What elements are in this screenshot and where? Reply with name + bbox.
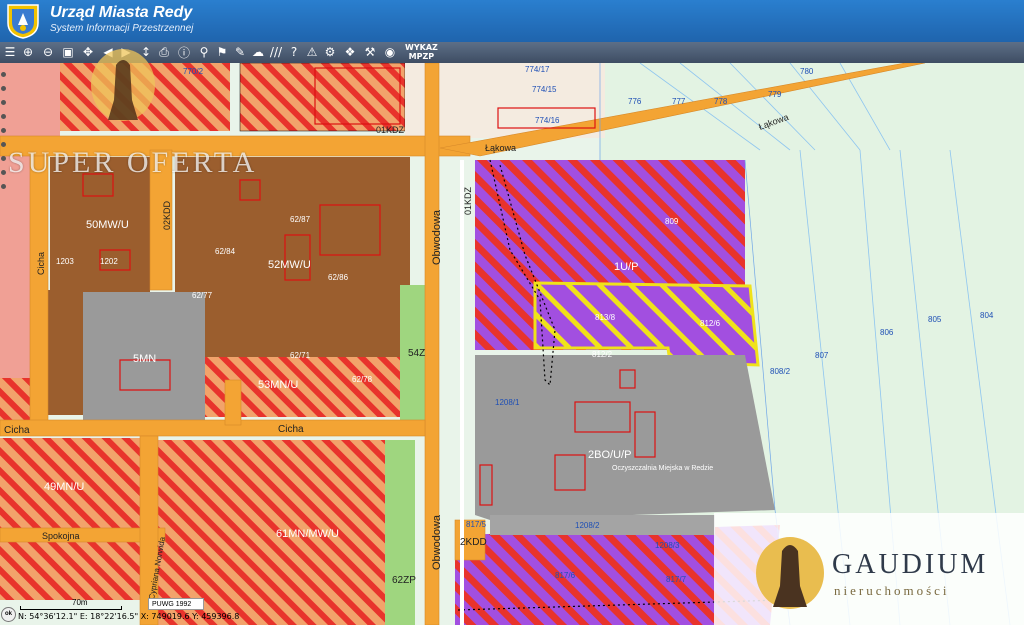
street-cicha-left: Cicha: [4, 425, 30, 436]
location-icon[interactable]: ◉: [382, 44, 398, 60]
parcel-813-8[interactable]: 813/8: [595, 313, 616, 322]
parcel-807[interactable]: 807: [815, 351, 829, 360]
zoom-in-icon[interactable]: ⊕: [20, 44, 36, 60]
zone-50mwu[interactable]: 50MW/U: [86, 219, 129, 231]
city-crest-logo: [7, 4, 39, 39]
app-subtitle: System Informacji Przestrzennej: [50, 23, 194, 34]
parcel-770-2[interactable]: 770/2: [183, 67, 204, 76]
search-icon[interactable]: ⚲: [196, 44, 212, 60]
parcel-774-17[interactable]: 774/17: [525, 65, 550, 74]
zoom-step[interactable]: [1, 86, 6, 91]
parcel-62-78[interactable]: 62/78: [352, 375, 373, 384]
zoom-step[interactable]: [1, 72, 6, 77]
parcel-62-86[interactable]: 62/86: [328, 273, 349, 282]
watermark-emblem-top: [91, 49, 155, 121]
gaudium-emblem: [756, 537, 824, 609]
wykaz-label: WYKAZ: [405, 43, 438, 52]
layers-icon[interactable]: ☰: [2, 44, 18, 60]
parcel-1202[interactable]: 1202: [100, 257, 118, 266]
parcel-804[interactable]: 804: [980, 311, 994, 320]
zone-62zp[interactable]: 62ZP: [392, 575, 416, 586]
parcel-778[interactable]: 778: [714, 97, 728, 106]
zone-61mnmwu[interactable]: 61MN/MW/U: [276, 528, 339, 540]
treatment-plant-label: Oczyszczalnia Miejska w Redzie: [612, 465, 713, 472]
settings-icon[interactable]: ⚙: [322, 44, 338, 60]
zone-5mn[interactable]: 5MN: [133, 353, 156, 365]
wykaz-mpzp-button[interactable]: WYKAZ MPZP: [405, 43, 438, 61]
zone-01kdz-vert[interactable]: 01KDZ: [463, 186, 473, 215]
draw-icon[interactable]: ✎: [232, 44, 248, 60]
parcel-817-7[interactable]: 817/7: [666, 575, 687, 584]
warning-icon[interactable]: ⚠: [304, 44, 320, 60]
zone-2kdd[interactable]: 2KDD: [460, 537, 487, 548]
mpzp-label: MPZP: [408, 52, 435, 61]
zone-53mnu[interactable]: 53MN/U: [258, 379, 298, 391]
zone-54z[interactable]: 54Z: [408, 348, 425, 359]
zone-49mnu[interactable]: 49MN/U: [44, 481, 84, 493]
comment-icon[interactable]: ☁: [250, 44, 266, 60]
parcel-774-15[interactable]: 774/15: [532, 85, 557, 94]
zone-2boup[interactable]: 2BO/U/P: [588, 449, 631, 461]
print-icon[interactable]: ⎙: [156, 44, 172, 60]
parcel-776[interactable]: 776: [628, 97, 642, 106]
zoom-slider[interactable]: [0, 66, 9, 206]
parcel-1208-2[interactable]: 1208/2: [575, 521, 600, 530]
zoom-out-icon[interactable]: ⊖: [40, 44, 56, 60]
zoom-step[interactable]: [1, 114, 6, 119]
parcel-817-5[interactable]: 817/5: [466, 520, 487, 529]
crs-select[interactable]: PUWG 1992: [148, 598, 204, 610]
parcel-805[interactable]: 805: [928, 315, 942, 324]
street-spokojna: Spokojna: [42, 531, 80, 541]
street-obwodowa-lower: Obwodowa: [431, 514, 443, 570]
zoom-step[interactable]: [1, 184, 6, 189]
scale-bar: 70m: [14, 598, 134, 611]
parcel-817-6[interactable]: 817/6: [555, 571, 576, 580]
parcel-1208-1[interactable]: 1208/1: [495, 398, 520, 407]
ok-button[interactable]: ok: [1, 607, 16, 622]
hatch-icon[interactable]: ///: [268, 44, 284, 60]
zone-01kdz-top[interactable]: 01KDZ: [376, 125, 405, 135]
app-header: Urząd Miasta Redy System Informacji Prze…: [0, 0, 1024, 42]
parcel-779[interactable]: 779: [768, 90, 782, 99]
parcel-62-71[interactable]: 62/71: [290, 351, 311, 360]
bookmark-icon[interactable]: ⚑: [214, 44, 230, 60]
scale-line: [20, 606, 122, 610]
street-cicha-vertical: Cicha: [36, 252, 46, 275]
cursor-coordinates: N: 54°36'12.1" E: 18°22'16.5" X: 749019.…: [18, 612, 240, 621]
zone-1up[interactable]: 1U/P: [614, 261, 638, 273]
street-obwodowa-upper: Obwodowa: [431, 209, 443, 265]
zoom-extent-icon[interactable]: ▣: [60, 44, 76, 60]
parcel-806[interactable]: 806: [880, 328, 894, 337]
parcel-1203[interactable]: 1203: [56, 257, 74, 266]
parcel-62-77[interactable]: 62/77: [192, 291, 213, 300]
parcel-62-84[interactable]: 62/84: [215, 247, 236, 256]
zoom-step[interactable]: [1, 170, 6, 175]
parcel-809[interactable]: 809: [665, 217, 679, 226]
watermark-gaudium: GAUDIUM nieruchomości: [714, 513, 1024, 625]
tools-icon[interactable]: ⚒: [362, 44, 378, 60]
zone-52mwu[interactable]: 52MW/U: [268, 259, 311, 271]
street-lakowa-top: Łąkowa: [485, 143, 516, 153]
zoom-step[interactable]: [1, 142, 6, 147]
zoom-step[interactable]: [1, 128, 6, 133]
parcel-780[interactable]: 780: [800, 67, 814, 76]
gaudium-subtitle: nieruchomości: [834, 583, 950, 598]
help-icon[interactable]: ?: [286, 44, 302, 60]
zoom-step[interactable]: [1, 100, 6, 105]
parcel-812-2[interactable]: 812/2: [592, 350, 613, 359]
parcel-62-87[interactable]: 62/87: [290, 215, 311, 224]
parcel-774-16[interactable]: 774/16: [535, 116, 560, 125]
info-icon[interactable]: ⓘ: [176, 44, 192, 60]
zoom-step[interactable]: [1, 156, 6, 161]
parcel-777[interactable]: 777: [672, 97, 686, 106]
app-title: Urząd Miasta Redy: [50, 4, 193, 21]
street-cicha-mid: Cicha: [278, 424, 304, 435]
parcel-1208-3[interactable]: 1208/3: [655, 541, 680, 550]
gaudium-brand: GAUDIUM: [832, 549, 989, 580]
parcel-808-2[interactable]: 808/2: [770, 367, 791, 376]
watermark-super-oferta: SUPER OFERTA: [8, 146, 258, 179]
parcel-812-6[interactable]: 812/6: [700, 319, 721, 328]
zone-02kdd[interactable]: 02KDD: [162, 200, 172, 230]
network-icon[interactable]: ❖: [342, 44, 358, 60]
